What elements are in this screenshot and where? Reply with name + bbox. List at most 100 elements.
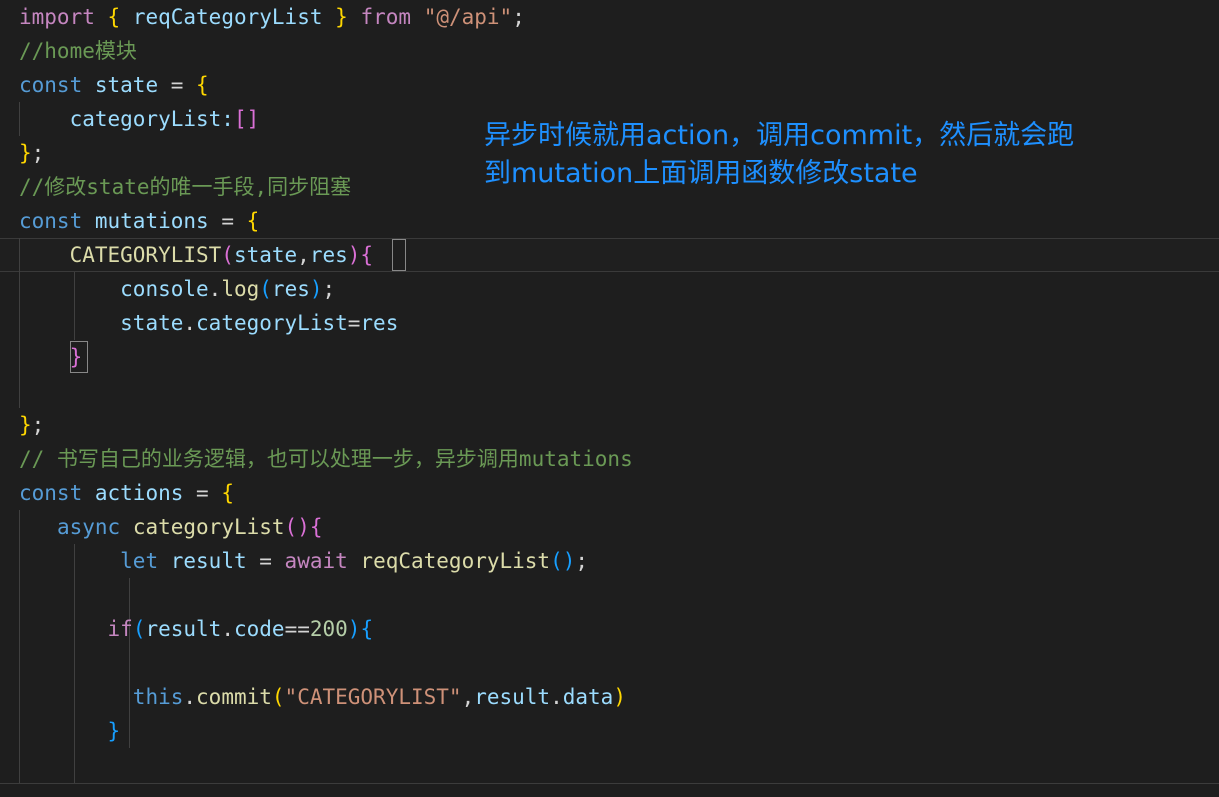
code-token-brace3: ( (259, 277, 272, 301)
code-line[interactable]: const state = { (0, 68, 1219, 102)
code-line[interactable]: import { reqCategoryList } from "@/api"; (0, 0, 1219, 34)
code-token-brace2: } (69, 345, 83, 369)
code-token-brace3: ( (132, 617, 146, 641)
code-token-plain: ; (31, 413, 45, 437)
code-line[interactable]: let result = await reqCategoryList(); (0, 544, 1219, 578)
code-token-this: this (132, 685, 184, 709)
code-line[interactable]: console.log(res); (0, 272, 1219, 306)
code-token-fn: categoryList (132, 515, 285, 539)
code-token-brace2: { (309, 515, 323, 539)
code-token-fn: reqCategoryList (360, 549, 551, 573)
code-token-fn: log (221, 277, 260, 301)
annotation-line: 到mutation上面调用函数修改state (484, 158, 918, 189)
code-token-brace1: } (335, 5, 348, 29)
code-token-fn: CATEGORYLIST (69, 243, 222, 267)
code-token-brace3: ) (309, 277, 323, 301)
code-token-brace1: { (196, 73, 209, 97)
code-editor-viewport[interactable]: import { reqCategoryList } from "@/api";… (0, 0, 1219, 783)
code-token-plain: , (297, 243, 310, 267)
code-token-plain: . (183, 311, 197, 335)
code-token-var: result (145, 617, 222, 641)
code-token-number: 200 (309, 617, 348, 641)
code-token-decl: async (56, 515, 121, 539)
annotation-overlay-text: 异步时候就用action，调用commit，然后就会跑 到mutation上面调用… (484, 117, 1214, 193)
code-token-brace1: { (107, 5, 121, 29)
code-token-plain: = (208, 209, 247, 233)
code-token-plain: , (461, 685, 475, 709)
code-token-string: "@/api" (423, 5, 513, 29)
code-line[interactable]: if(result.code==200){ (0, 612, 1219, 646)
code-token-var: res (360, 311, 399, 335)
code-token-var: data (562, 685, 614, 709)
code-token-plain: = (183, 481, 222, 505)
code-line[interactable]: async categoryList(){ (0, 510, 1219, 544)
code-token-brace1: } (19, 141, 32, 165)
code-line[interactable]: this.commit("CATEGORYLIST",result.data) (0, 680, 1219, 714)
code-token-comment: //修改state的唯一手段,同步阻塞 (19, 175, 352, 199)
code-line[interactable]: }; (0, 408, 1219, 442)
code-token-plain: = (347, 311, 361, 335)
code-token-var: mutations (94, 209, 209, 233)
code-line[interactable]: state.categoryList=res (0, 306, 1219, 340)
code-token-keyword: import (19, 5, 95, 29)
bottom-panel[interactable] (0, 784, 1219, 797)
code-token-brace3: ( (550, 549, 563, 573)
code-line[interactable] (0, 646, 1219, 680)
code-token-brace1: } (19, 413, 32, 437)
code-token-comment: //home模块 (19, 39, 137, 63)
code-token-plain: = (246, 549, 285, 573)
code-token-brace3: } (107, 719, 121, 743)
code-token-brace2: ) (297, 515, 310, 539)
code-token-brace3: ) (562, 549, 576, 573)
code-line[interactable]: const actions = { (0, 476, 1219, 510)
code-token-plain: . (183, 685, 197, 709)
code-token-var: state (94, 73, 159, 97)
code-token-var: actions (94, 481, 184, 505)
code-token-var: state (120, 311, 184, 335)
code-token-decl: const (19, 209, 83, 233)
code-line[interactable] (0, 374, 1219, 408)
code-token-var: categoryList (196, 311, 348, 335)
code-token-keyword: from (360, 5, 412, 29)
code-line[interactable]: //home模块 (0, 34, 1219, 68)
code-token-var: categoryList: (19, 107, 234, 131)
code-token-plain: . (550, 685, 563, 709)
code-token-brace2: ( (221, 243, 234, 267)
code-token-brace3: ) (347, 617, 361, 641)
code-token-brace2: { (360, 243, 374, 267)
annotation-line: 异步时候就用action，调用commit，然后就会跑 (484, 120, 1075, 151)
code-token-decl: const (19, 73, 83, 97)
code-line[interactable]: } (0, 714, 1219, 748)
code-token-brace2: ] (246, 107, 260, 131)
code-token-brace1: { (221, 481, 234, 505)
code-line[interactable]: // 书写自己的业务逻辑，也可以处理一步，异步调用mutations (0, 442, 1219, 476)
code-token-brace3: { (360, 617, 374, 641)
code-line[interactable]: const mutations = { (0, 204, 1219, 238)
code-line[interactable] (0, 578, 1219, 612)
code-token-var: res (271, 277, 310, 301)
code-token-brace1: ( (271, 685, 285, 709)
code-line[interactable] (0, 748, 1219, 782)
code-token-plain: == (284, 617, 310, 641)
code-token-var: result (170, 549, 247, 573)
code-token-plain: . (221, 617, 234, 641)
code-token-plain: ; (31, 141, 45, 165)
code-token-var: code (233, 617, 285, 641)
code-line[interactable]: } (0, 340, 1219, 374)
code-token-decl: let (120, 549, 159, 573)
code-line[interactable]: CATEGORYLIST(state,res){ (0, 238, 1219, 272)
code-token-plain: = (158, 73, 197, 97)
code-token-plain: ; (322, 277, 336, 301)
code-token-var: console (120, 277, 209, 301)
code-token-var: res (309, 243, 348, 267)
